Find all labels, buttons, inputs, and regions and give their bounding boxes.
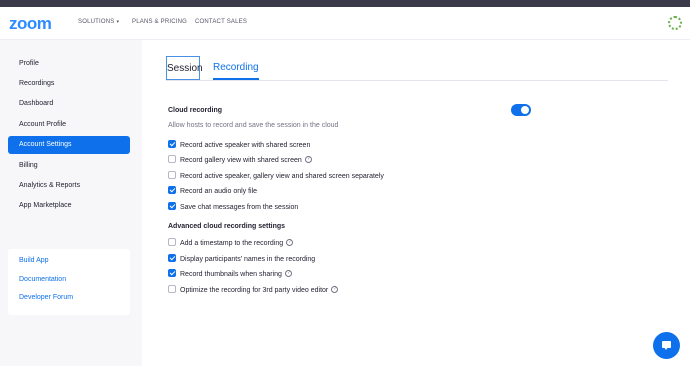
option-label: Record an audio only file (180, 188, 258, 195)
sidebar-item-dashboard[interactable]: Dashboard (8, 95, 130, 113)
option-label: Record thumbnails when sharing (180, 271, 282, 278)
site-header: zoom SOLUTIONS ▾ PLANS & PRICING CONTACT … (0, 7, 690, 40)
nav-solutions[interactable]: SOLUTIONS ▾ (78, 19, 119, 25)
cloud-recording-toggle[interactable] (511, 104, 531, 116)
sidebar-item-analytics-reports[interactable]: Analytics & Reports (8, 177, 130, 195)
nav-contact-sales[interactable]: CONTACT SALES (195, 19, 247, 25)
chat-support-button[interactable] (653, 332, 680, 359)
chat-bubble-tail (664, 347, 668, 350)
option-record-thumbnails[interactable]: Record thumbnails when sharing? (168, 269, 292, 280)
sidebar-item-account-profile[interactable]: Account Profile (8, 116, 130, 134)
top-strip (0, 0, 690, 7)
option-record-gallery-view[interactable]: Record gallery view with shared screen? (168, 155, 312, 166)
option-save-chat-messages[interactable]: Save chat messages from the session (168, 202, 299, 213)
option-record-active-speaker[interactable]: Record active speaker with shared screen (168, 140, 311, 151)
option-label: Record active speaker, gallery view and … (180, 173, 384, 180)
settings-tabs: Session Recording (166, 56, 668, 81)
nav-plans-pricing[interactable]: PLANS & PRICING (132, 19, 187, 25)
avatar[interactable] (668, 16, 682, 30)
tab-session[interactable]: Session (166, 56, 203, 80)
advanced-settings-title: Advanced cloud recording settings (168, 223, 286, 230)
checkbox[interactable] (168, 186, 176, 195)
cloud-recording-title: Cloud recording (168, 107, 223, 114)
info-icon[interactable]: ? (286, 238, 294, 246)
toggle-knob (521, 106, 529, 114)
link-developer-forum[interactable]: Developer Forum (19, 294, 73, 301)
checkbox[interactable] (168, 171, 176, 180)
cloud-recording-description: Allow hosts to record and save the sessi… (168, 122, 339, 129)
checkbox[interactable] (168, 238, 176, 247)
checkbox[interactable] (168, 254, 176, 263)
sidebar-item-recordings[interactable]: Recordings (8, 75, 130, 93)
option-audio-only-file[interactable]: Record an audio only file (168, 186, 258, 197)
sidebar-item-profile[interactable]: Profile (8, 55, 130, 73)
developer-links-panel: Build App Documentation Developer Forum (8, 249, 130, 315)
option-optimize-3rd-party-editor[interactable]: Optimize the recording for 3rd party vid… (168, 285, 339, 296)
nav-solutions-label: SOLUTIONS (78, 19, 115, 25)
sidebar-item-account-settings[interactable]: Account Settings (8, 136, 130, 154)
link-documentation[interactable]: Documentation (19, 276, 66, 283)
zoom-logo[interactable]: zoom (9, 14, 52, 34)
sidebar: Profile Recordings Dashboard Account Pro… (0, 40, 142, 366)
info-icon[interactable]: ? (304, 155, 312, 163)
option-add-timestamp[interactable]: Add a timestamp to the recording? (168, 238, 294, 249)
sidebar-item-billing[interactable]: Billing (8, 157, 130, 175)
option-label: Optimize the recording for 3rd party vid… (180, 287, 329, 294)
link-build-app[interactable]: Build App (19, 257, 49, 264)
info-icon[interactable]: ? (284, 269, 292, 277)
option-label: Save chat messages from the session (180, 204, 299, 211)
checkbox[interactable] (168, 140, 176, 149)
option-label: Display participants' names in the recor… (180, 256, 316, 263)
option-label: Add a timestamp to the recording (180, 240, 284, 247)
chevron-down-icon: ▾ (116, 19, 120, 25)
tab-recording[interactable]: Recording (213, 56, 259, 80)
option-label: Record active speaker with shared screen (180, 142, 311, 149)
checkbox[interactable] (168, 269, 176, 278)
checkbox[interactable] (168, 202, 176, 211)
sidebar-item-app-marketplace[interactable]: App Marketplace (8, 197, 130, 215)
option-display-participants-names[interactable]: Display participants' names in the recor… (168, 254, 316, 265)
checkbox[interactable] (168, 155, 176, 164)
checkbox[interactable] (168, 285, 176, 294)
info-icon[interactable]: ? (331, 285, 339, 293)
option-record-separately[interactable]: Record active speaker, gallery view and … (168, 171, 384, 182)
option-label: Record gallery view with shared screen (180, 157, 302, 164)
